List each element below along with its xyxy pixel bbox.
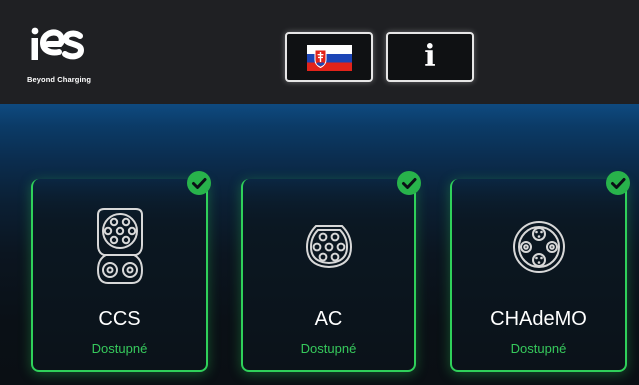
connector-status: Dostupné [91,341,148,356]
chademo-connector-icon [512,221,565,273]
connector-name: CCS [98,308,141,330]
ccs-connector-icon [96,208,143,284]
ies-logo: Beyond Charging [26,22,116,90]
available-check-icon [397,171,421,195]
header-bar: Beyond Charging i [0,0,639,104]
available-check-icon [606,171,630,195]
slovakia-flag-icon [307,45,352,71]
language-button[interactable] [285,32,373,82]
connector-card-ccs[interactable]: CCS Dostupné [31,179,208,372]
type2-connector-icon [305,225,352,269]
logo-tagline: Beyond Charging [27,75,92,84]
info-button[interactable]: i [386,32,474,82]
logo-mark [31,27,85,60]
connector-card-ac[interactable]: AC Dostupné [241,179,416,372]
available-check-icon [187,171,211,195]
connector-name: AC [314,308,343,330]
connector-card-chademo[interactable]: CHAdeMO Dostupné [450,179,627,372]
charger-screen: Beyond Charging i CCS Dostupné AC Dostup… [0,0,639,385]
connector-name: CHAdeMO [490,308,587,330]
info-icon: i [424,39,436,74]
connector-status: Dostupné [300,341,357,356]
connector-status: Dostupné [510,341,567,356]
